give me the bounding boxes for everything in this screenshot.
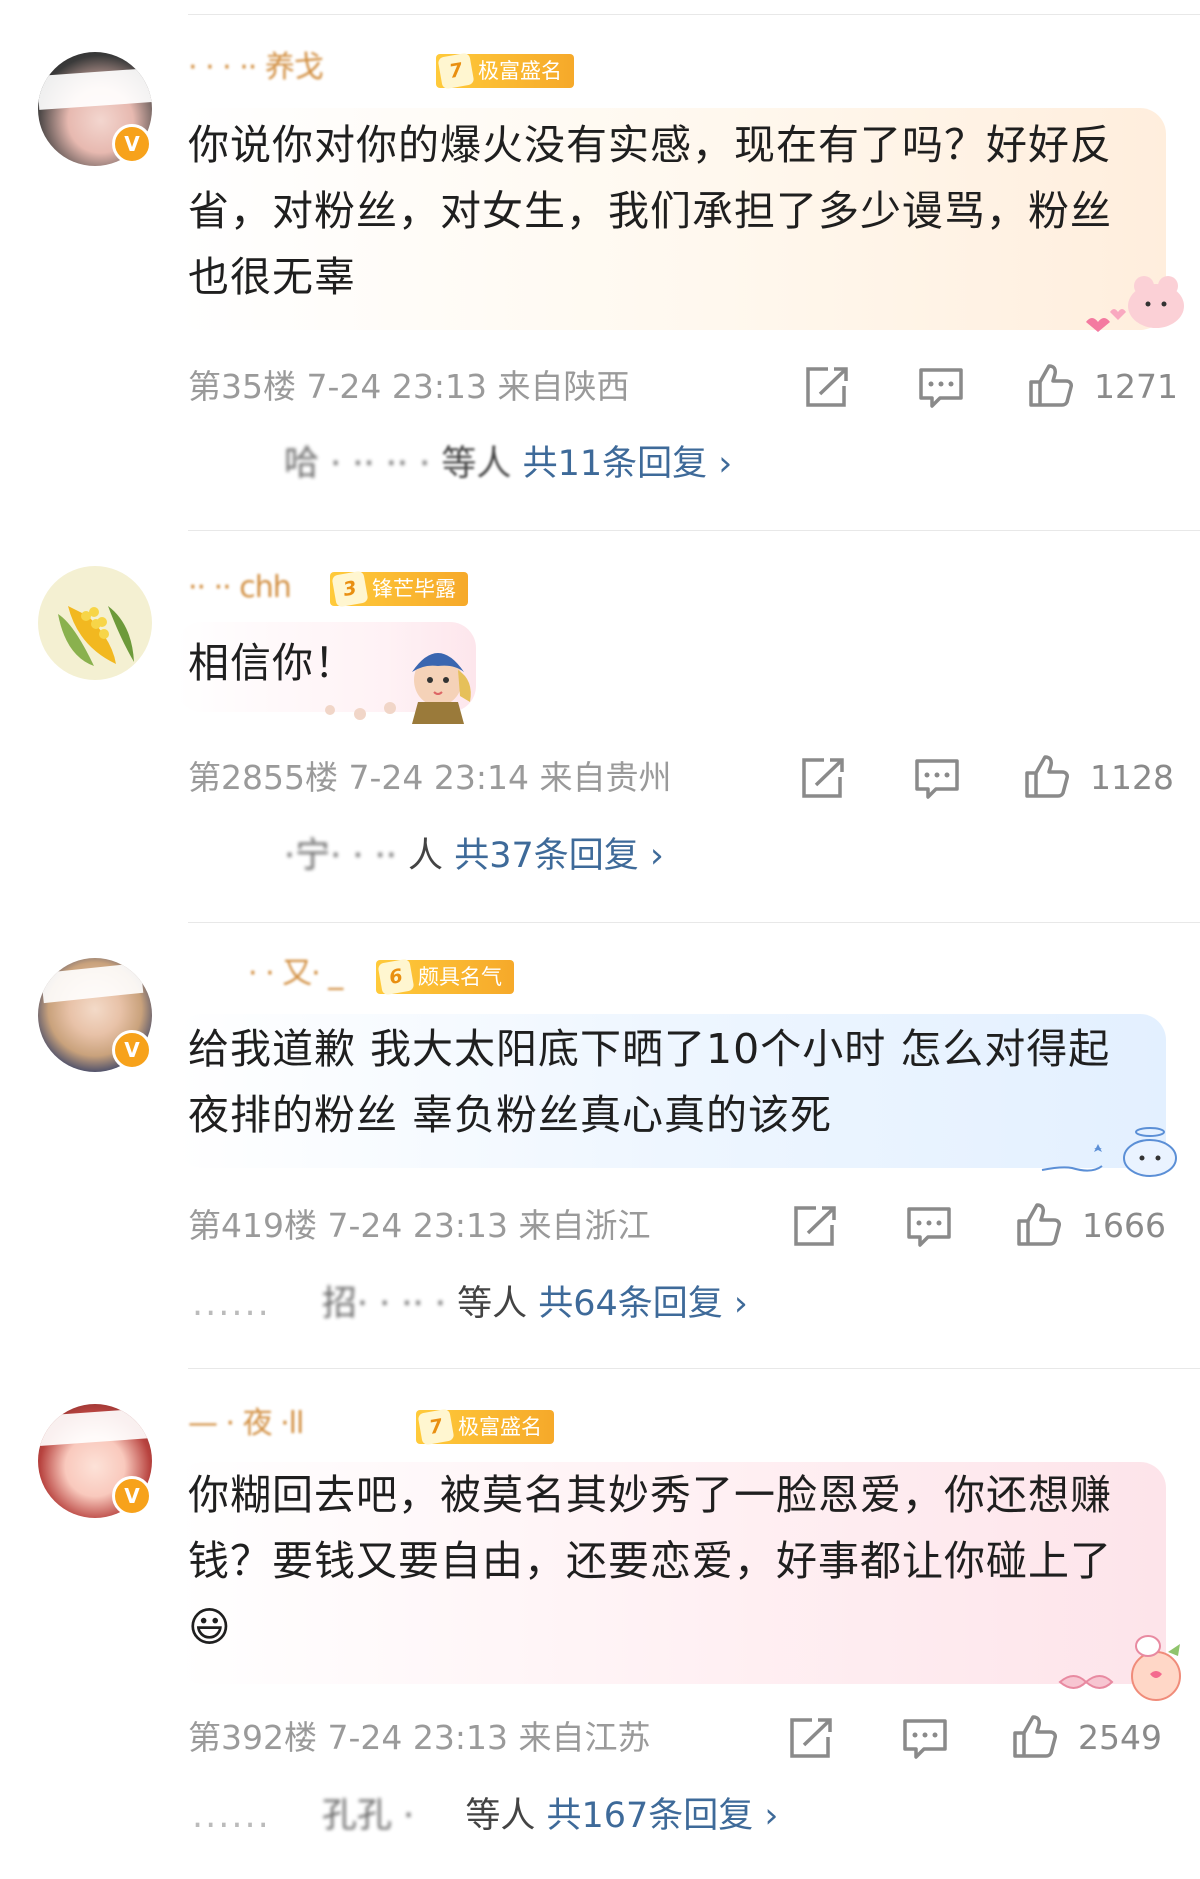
comment-meta: 第392楼 7-24 23:13 来自江苏 (188, 1718, 651, 1758)
comment-icon[interactable] (906, 1205, 952, 1249)
avatar[interactable] (38, 566, 152, 680)
reply-count-link[interactable]: 共11条回复 (523, 444, 708, 484)
comment-text: 你说你对你的爆火没有实感，现在有了吗？好好反省，对粉丝，对女生，我们承担了多少谩… (188, 121, 1112, 301)
share-icon[interactable] (800, 757, 846, 799)
reply-summary[interactable]: ...... 招· · ·· · 等人 共64条回复 › (192, 1282, 748, 1326)
like-icon[interactable] (1028, 362, 1074, 408)
comment-icon[interactable] (902, 1717, 948, 1761)
comment-time: 7-24 23:13 (327, 1718, 509, 1757)
level-number: 6 (377, 958, 415, 996)
floor-number: 第419楼 (188, 1206, 317, 1245)
level-number: 7 (437, 52, 475, 90)
comment-time: 7-24 23:13 (327, 1206, 509, 1245)
reply-user-names: 招· · ·· · (321, 1284, 446, 1324)
comment-time: 7-24 23:14 (348, 758, 529, 797)
comment-item: V · · · ·· 养戈 7 极富盛名 你说你对你的爆火没有实感，现在有了吗？… (0, 0, 1200, 530)
reply-suffix: 等人 (441, 444, 512, 484)
reply-count-link[interactable]: 共37条回复 (454, 836, 639, 876)
level-badge: 7 极富盛名 (436, 52, 574, 90)
reply-summary[interactable]: 哈 · ·· ·· · 等人 共11条回复 › (284, 442, 732, 486)
user-name[interactable]: — · 夜 ·ll (188, 1408, 304, 1440)
share-icon[interactable] (792, 1205, 838, 1247)
comment-meta: 第419楼 7-24 23:13 来自浙江 (188, 1206, 651, 1246)
reply-prefix-dots: ...... (192, 1284, 271, 1324)
reply-count-link[interactable]: 共167条回复 (546, 1796, 753, 1836)
like-icon[interactable] (1016, 1201, 1062, 1247)
reply-user-names: ·宁· · ·· (284, 836, 397, 876)
comment-item: V — · 夜 ·ll 7 极富盛名 你糊回去吧，被莫名其妙秀了一脸恩爱，你还想… (0, 1368, 1200, 1879)
like-icon[interactable] (1024, 753, 1070, 799)
like-count: 1666 (1082, 1206, 1166, 1245)
level-number: 3 (331, 570, 369, 608)
reply-suffix: 等人 (465, 1796, 536, 1836)
reply-suffix: 等人 (457, 1284, 528, 1324)
comment-location: 来自陕西 (497, 367, 630, 406)
reply-summary[interactable]: ·宁· · ·· 人 共37条回复 › (284, 834, 664, 878)
level-label: 极富盛名 (458, 1415, 542, 1439)
reply-suffix: 人 (408, 836, 444, 876)
level-number: 7 (417, 1408, 455, 1446)
verified-badge: V (112, 1476, 152, 1516)
comment-text: 相信你！ (188, 639, 356, 687)
comment-item: ·· ·· chh 3 锋芒毕露 相信你！ 第2855楼 7-24 23:14 … (0, 530, 1200, 922)
comment-icon[interactable] (914, 757, 960, 801)
comment-location: 来自贵州 (539, 758, 672, 797)
reply-count-link[interactable]: 共64条回复 (538, 1284, 723, 1324)
reply-user-names: 哈 · ·· ·· · (284, 444, 431, 484)
comment-location: 来自江苏 (518, 1718, 651, 1757)
level-badge: 6 颇具名气 (376, 958, 514, 996)
comment-meta: 第35楼 7-24 23:13 来自陕西 (188, 367, 630, 407)
level-badge: 3 锋芒毕露 (330, 570, 468, 608)
floor-number: 第35楼 (188, 367, 296, 406)
level-badge: 7 极富盛名 (416, 1408, 554, 1446)
comment-meta: 第2855楼 7-24 23:14 来自贵州 (188, 758, 671, 798)
share-icon[interactable] (788, 1717, 834, 1759)
divider (188, 922, 1200, 923)
comment-time: 7-24 23:13 (306, 367, 488, 406)
verified-badge: V (112, 124, 152, 164)
reply-user-names: 孔孔 · (321, 1796, 415, 1836)
chevron-right-icon: › (649, 836, 664, 876)
chevron-right-icon: › (733, 1284, 748, 1324)
chevron-right-icon: › (718, 444, 733, 484)
comment-location: 来自浙江 (518, 1206, 651, 1245)
chevron-right-icon: › (764, 1796, 779, 1836)
floor-number: 第392楼 (188, 1718, 317, 1757)
user-name[interactable]: · · 又· _ (248, 958, 343, 990)
comment-item: V · · 又· _ 6 颇具名气 给我道歉 我大太阳底下晒了10个小时 怎么对… (0, 922, 1200, 1368)
like-icon[interactable] (1012, 1713, 1058, 1759)
divider (188, 530, 1200, 531)
comment-text: 你糊回去吧，被莫名其妙秀了一脸恩爱，你还想赚钱？要钱又要自由，还要恋爱，好事都让… (188, 1471, 1112, 1651)
verified-badge: V (112, 1030, 152, 1070)
comment-icon[interactable] (918, 366, 964, 410)
like-count: 1128 (1090, 758, 1174, 797)
like-count: 2549 (1078, 1718, 1162, 1757)
share-icon[interactable] (804, 366, 850, 408)
reply-prefix-dots: ...... (192, 1796, 271, 1836)
like-count: 1271 (1094, 367, 1178, 406)
divider (188, 14, 1200, 15)
user-name[interactable]: · · · ·· 养戈 (188, 52, 324, 84)
comment-text: 给我道歉 我大太阳底下晒了10个小时 怎么对得起夜排的粉丝 辜负粉丝真心真的该死 (188, 1025, 1111, 1139)
level-label: 颇具名气 (418, 965, 502, 989)
level-label: 锋芒毕露 (372, 577, 456, 601)
floor-number: 第2855楼 (188, 758, 338, 797)
level-label: 极富盛名 (478, 59, 562, 83)
reply-summary[interactable]: ...... 孔孔 · 等人 共167条回复 › (192, 1794, 778, 1838)
divider (188, 1368, 1200, 1369)
user-name[interactable]: ·· ·· chh (188, 572, 292, 604)
